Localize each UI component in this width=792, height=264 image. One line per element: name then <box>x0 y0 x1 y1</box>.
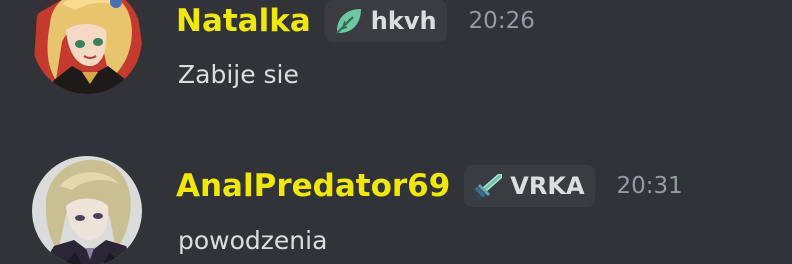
avatar-image <box>32 156 142 264</box>
username[interactable]: Natalka <box>176 1 311 41</box>
sword-icon <box>472 170 504 202</box>
avatar-image <box>32 0 142 94</box>
message-item: AnalPredator69 VRKA 20:31 powodzenia <box>0 150 792 264</box>
clan-tag[interactable]: VRKA <box>464 165 595 207</box>
timestamp: 20:31 <box>616 173 683 199</box>
leaf-icon <box>333 5 365 37</box>
message-text: Zabije sie <box>178 60 299 89</box>
clan-tag-label: hkvh <box>370 7 437 35</box>
message-text: powodzenia <box>178 226 328 255</box>
timestamp: 20:26 <box>468 8 535 34</box>
message-header: Natalka hkvh 20:26 <box>176 0 535 42</box>
username[interactable]: AnalPredator69 <box>176 166 450 206</box>
message-item: Natalka hkvh 20:26 Zabije sie <box>0 0 792 94</box>
message-header: AnalPredator69 VRKA 20:31 <box>176 165 683 207</box>
user-avatar[interactable] <box>32 0 142 94</box>
clan-tag[interactable]: hkvh <box>324 0 447 42</box>
clan-tag-label: VRKA <box>510 172 585 200</box>
user-avatar[interactable] <box>32 156 142 264</box>
